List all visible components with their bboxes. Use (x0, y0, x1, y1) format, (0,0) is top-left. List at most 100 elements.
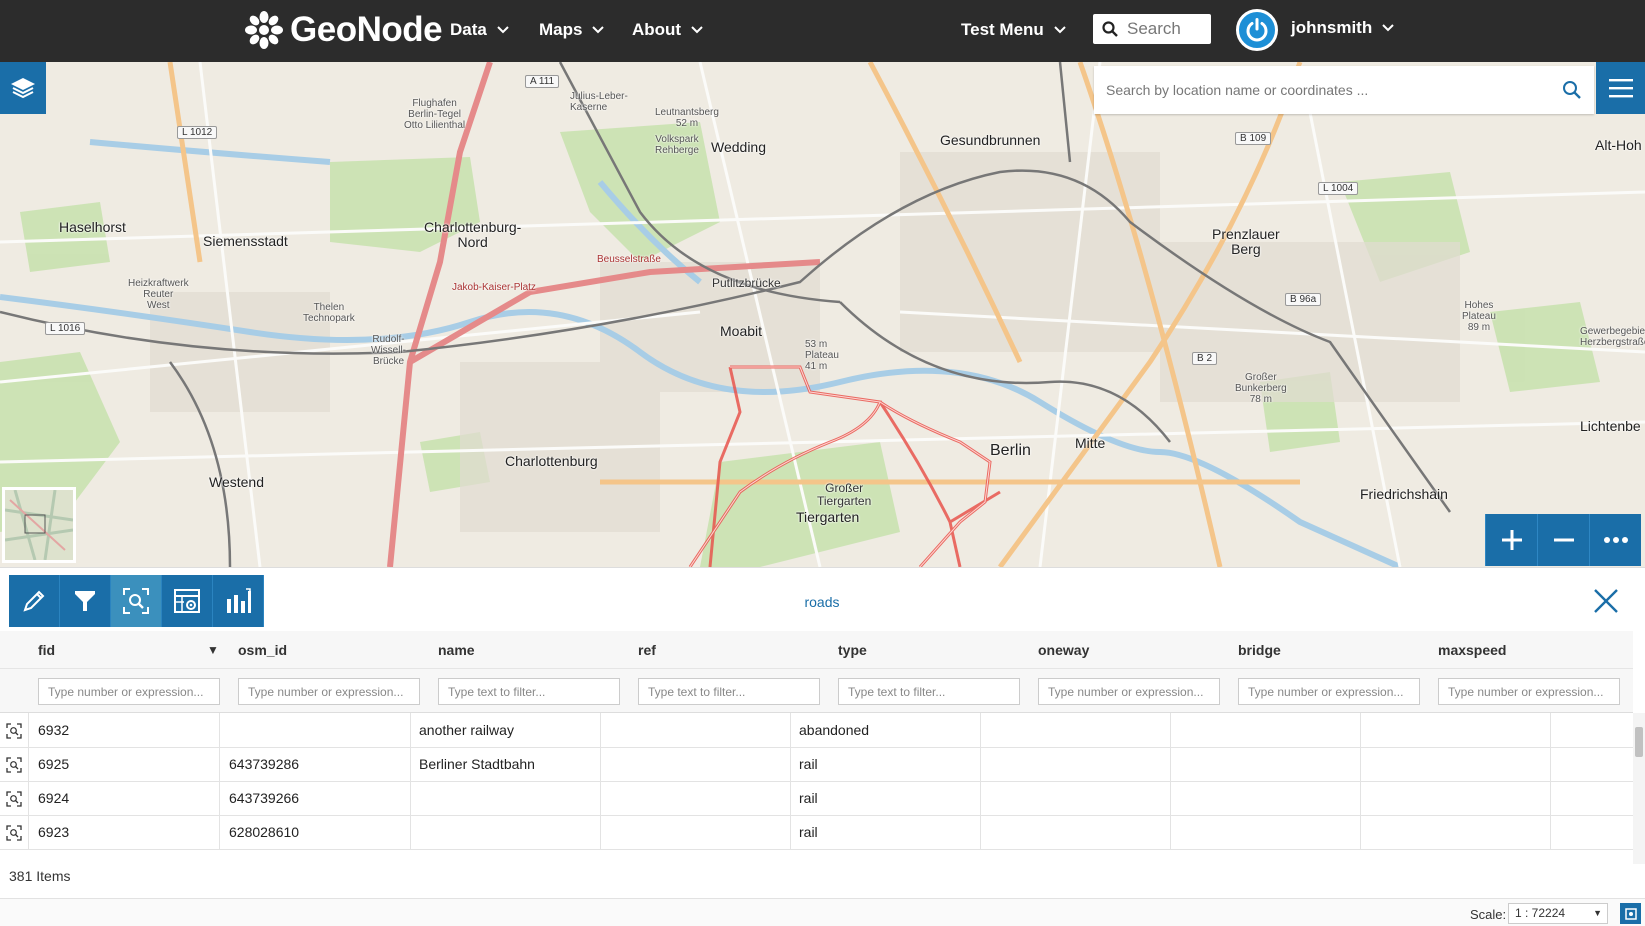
scrollbar-thumb[interactable] (1635, 727, 1643, 757)
map-label-wedding: Wedding (711, 139, 767, 155)
nav-test-menu[interactable]: Test Menu (961, 18, 1067, 42)
filter-input-name[interactable] (438, 678, 620, 705)
table-cell-ref[interactable] (600, 781, 791, 816)
table-cell-type[interactable]: rail (790, 781, 981, 816)
footer-toggle-button[interactable] (1620, 903, 1641, 924)
filter-input-osm-id[interactable] (238, 678, 420, 705)
map-label-rudolf-wissell: Rudolf- Wissell- Brücke (371, 334, 406, 367)
table-cell-bridge[interactable] (1170, 815, 1361, 850)
filter-input-fid[interactable] (38, 678, 220, 705)
table-filter-row (0, 669, 1633, 713)
brand-logo[interactable]: GeoNode (244, 4, 443, 56)
column-header-oneway[interactable]: oneway (1029, 631, 1220, 669)
table-cell-fid[interactable]: 6932 (29, 713, 220, 748)
layers-toggle-button[interactable] (0, 62, 46, 114)
table-cell-name[interactable] (410, 781, 601, 816)
road-shield: A 111 (525, 75, 560, 88)
overview-minimap[interactable] (2, 487, 76, 563)
filter-input-maxspeed[interactable] (1438, 678, 1620, 705)
table-cell-name[interactable]: Berliner Stadtbahn (410, 747, 601, 782)
table-cell-fid[interactable]: 6924 (29, 781, 220, 816)
table-cell-bridge[interactable] (1170, 713, 1361, 748)
table-cell-type[interactable]: rail (790, 815, 981, 850)
minus-icon (1553, 538, 1574, 542)
nav-search-input[interactable] (1127, 19, 1207, 39)
table-cell-ref[interactable] (600, 747, 791, 782)
search-icon[interactable] (1562, 80, 1582, 100)
table-row[interactable]: 6923 628028610 rail (0, 815, 1633, 850)
filter-button[interactable] (60, 575, 111, 627)
avatar[interactable] (1236, 9, 1278, 51)
table-scrollbar[interactable] (1633, 713, 1645, 864)
filter-input-type[interactable] (838, 678, 1020, 705)
zoom-to-features-button[interactable] (111, 575, 162, 627)
map-label-charlottenburg: Charlottenburg (505, 453, 598, 469)
table-row[interactable]: 6925 643739286 Berliner Stadtbahn rail (0, 747, 1633, 782)
nav-data-menu[interactable]: Data (450, 18, 510, 42)
table-cell-bridge[interactable] (1170, 747, 1361, 782)
column-header-bridge[interactable]: bridge (1229, 631, 1420, 669)
table-cell-oneway[interactable] (980, 781, 1171, 816)
filter-input-bridge[interactable] (1238, 678, 1420, 705)
grid-settings-button[interactable] (162, 575, 213, 627)
burger-menu-button[interactable] (1596, 62, 1645, 114)
zoom-to-row-button[interactable] (0, 713, 29, 748)
table-cell-maxspeed[interactable] (1360, 713, 1551, 748)
table-cell-osm-id[interactable]: 643739266 (220, 781, 411, 816)
chart-widget-button[interactable] (213, 575, 264, 627)
table-cell-oneway[interactable] (980, 747, 1171, 782)
column-header-maxspeed[interactable]: maxspeed (1429, 631, 1620, 669)
sort-desc-icon[interactable]: ▼ (207, 631, 219, 669)
table-cell-fid[interactable]: 6925 (29, 747, 220, 782)
zoom-to-row-button[interactable] (0, 815, 29, 850)
filter-input-ref[interactable] (638, 678, 820, 705)
table-row[interactable]: 6932 another railway abandoned (0, 713, 1633, 748)
zoom-to-row-button[interactable] (0, 747, 29, 782)
table-cell-bridge[interactable] (1170, 781, 1361, 816)
map-label-gesundbrunnen: Gesundbrunnen (940, 132, 1041, 148)
table-cell-maxspeed[interactable] (1360, 815, 1551, 850)
table-row[interactable]: 6924 643739266 rail (0, 781, 1633, 816)
map-viewer[interactable]: Haselhorst Siemensstadt Charlottenburg- … (0, 62, 1645, 567)
map-label-grosser-tiergarten: Großer Tiergarten (817, 481, 872, 509)
table-cell-ref[interactable] (600, 815, 791, 850)
table-body: 6932 another railway abandoned 6925 64373928… (0, 713, 1633, 864)
more-tools-button[interactable] (1589, 514, 1641, 566)
column-header-fid[interactable]: fid ▼ (29, 631, 220, 669)
nav-search[interactable] (1093, 14, 1211, 44)
table-cell-maxspeed[interactable] (1360, 781, 1551, 816)
map-label-flughafen: Flughafen Berlin-Tegel Otto Lilienthal (404, 98, 466, 131)
ellipsis-icon (1603, 537, 1628, 543)
close-icon[interactable] (1592, 587, 1620, 615)
scale-select[interactable]: 1 : 72224 ▼ (1508, 903, 1608, 924)
zoom-to-row-button[interactable] (0, 781, 29, 816)
nav-maps-menu[interactable]: Maps (539, 18, 605, 42)
table-cell-osm-id[interactable]: 643739286 (220, 747, 411, 782)
table-cell-oneway[interactable] (980, 815, 1171, 850)
zoom-in-button[interactable] (1485, 514, 1537, 566)
table-cell-maxspeed[interactable] (1360, 747, 1551, 782)
nav-about-menu[interactable]: About (632, 18, 704, 42)
table-cell-name[interactable]: another railway (410, 713, 601, 748)
table-cell-type[interactable]: abandoned (790, 713, 981, 748)
location-search[interactable] (1094, 66, 1594, 114)
column-header-osm-id[interactable]: osm_id (229, 631, 420, 669)
column-header-ref[interactable]: ref (629, 631, 820, 669)
column-header-type[interactable]: type (829, 631, 1020, 669)
user-menu[interactable]: johnsmith (1291, 18, 1395, 38)
table-cell-osm-id[interactable] (220, 713, 411, 748)
power-icon (1246, 18, 1268, 42)
table-cell-type[interactable]: rail (790, 747, 981, 782)
filter-input-oneway[interactable] (1038, 678, 1220, 705)
table-cell-oneway[interactable] (980, 713, 1171, 748)
zoom-out-button[interactable] (1537, 514, 1589, 566)
table-cell-name[interactable] (410, 815, 601, 850)
column-header-name[interactable]: name (429, 631, 620, 669)
chevron-down-icon (497, 26, 509, 34)
search-icon (1102, 21, 1118, 37)
table-cell-osm-id[interactable]: 628028610 (220, 815, 411, 850)
table-cell-ref[interactable] (600, 713, 791, 748)
location-search-input[interactable] (1106, 82, 1562, 98)
edit-mode-button[interactable] (9, 575, 60, 627)
table-cell-fid[interactable]: 6923 (29, 815, 220, 850)
